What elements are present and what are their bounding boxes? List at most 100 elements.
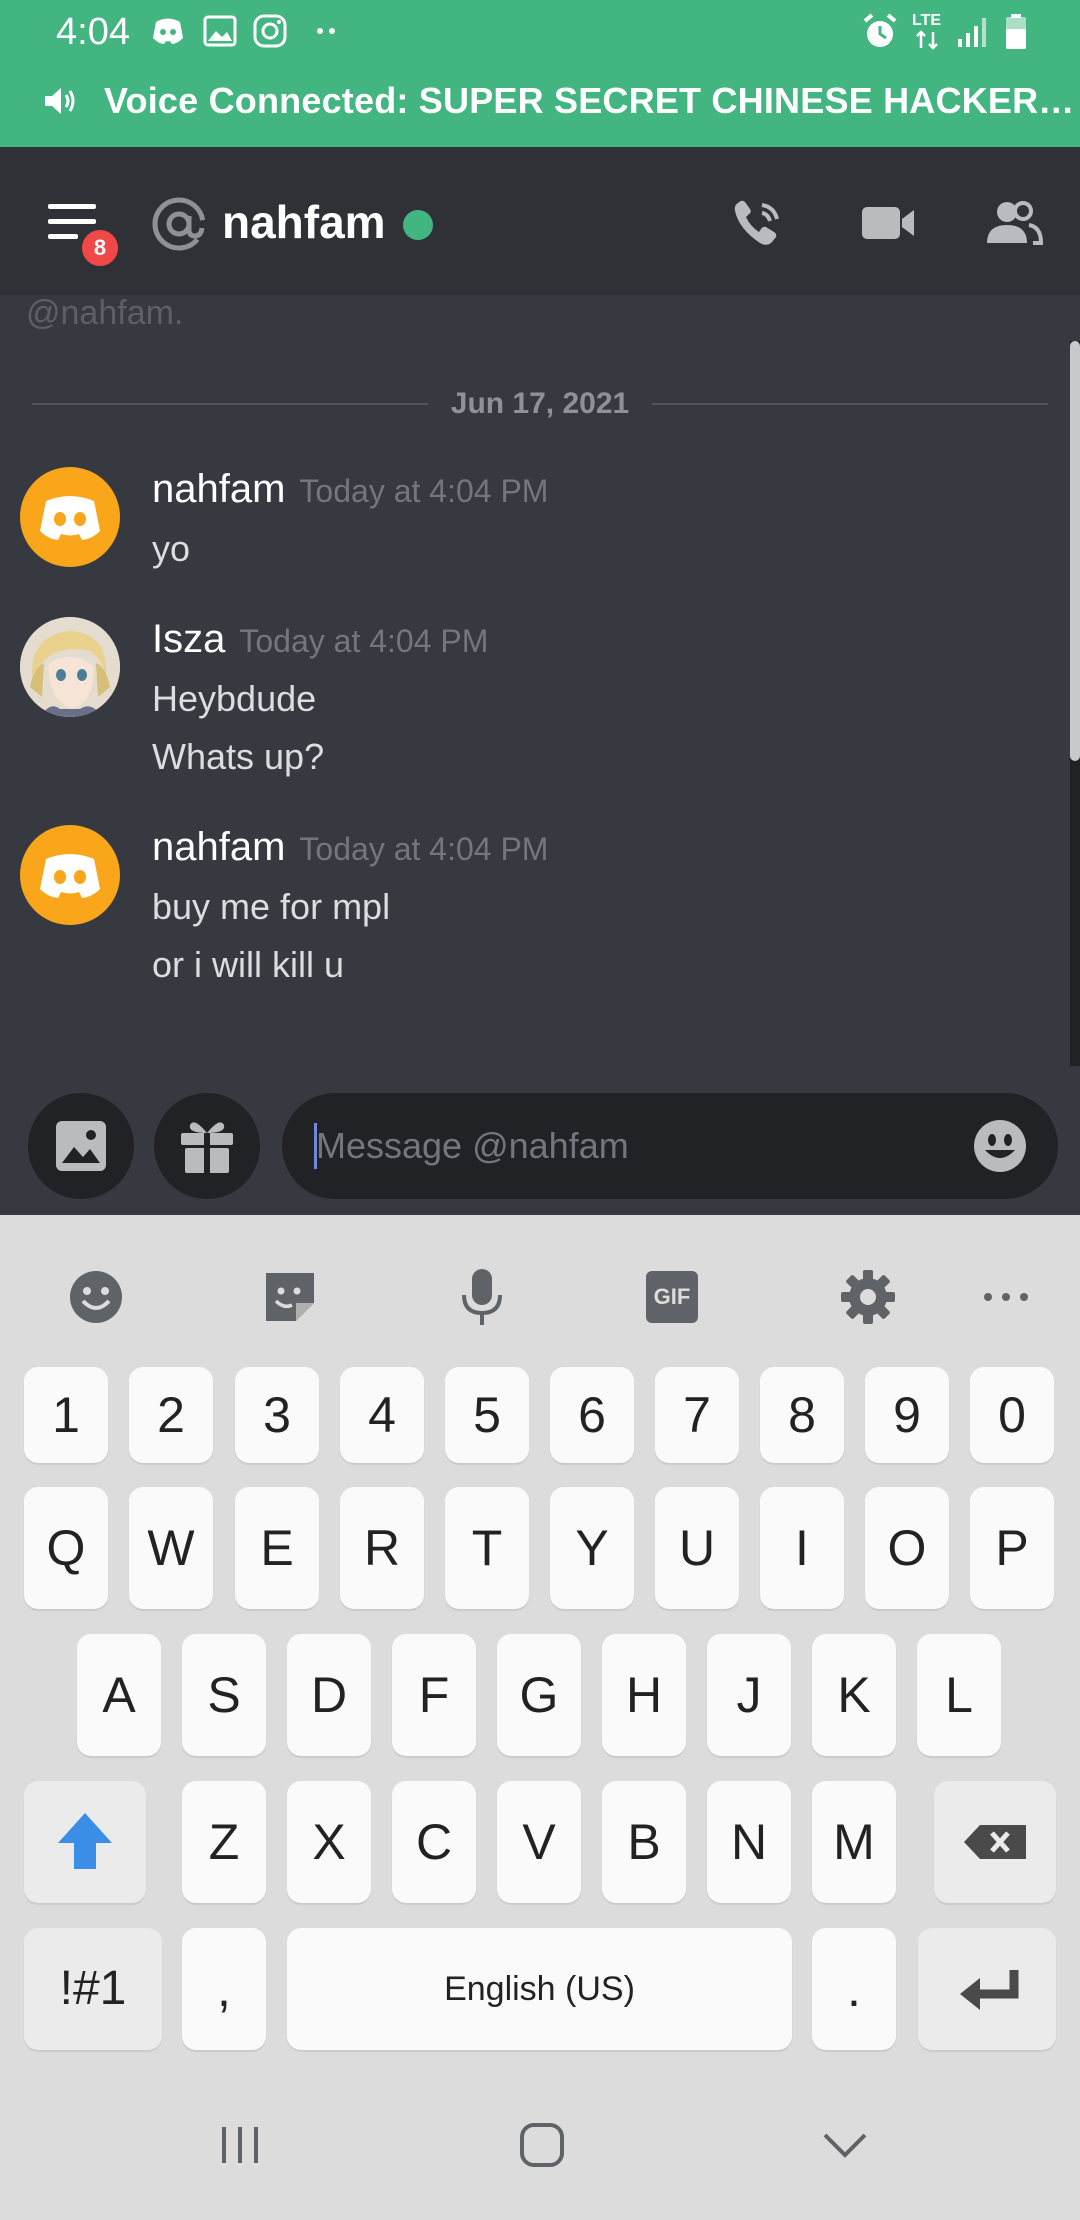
key-a[interactable]: A xyxy=(77,1634,161,1756)
key-l[interactable]: L xyxy=(917,1634,1001,1756)
key-r[interactable]: R xyxy=(340,1487,424,1609)
avatar[interactable] xyxy=(20,617,120,717)
avatar[interactable] xyxy=(20,467,120,567)
key-k[interactable]: K xyxy=(812,1634,896,1756)
chat-scrollbar[interactable] xyxy=(1070,341,1080,1066)
key-i[interactable]: I xyxy=(760,1487,844,1609)
comma-key[interactable]: , xyxy=(182,1928,266,2050)
attach-image-button[interactable] xyxy=(28,1093,134,1199)
image-icon xyxy=(56,1121,106,1171)
key-v[interactable]: V xyxy=(497,1781,581,1903)
key-x[interactable]: X xyxy=(287,1781,371,1903)
key-s[interactable]: S xyxy=(182,1634,266,1756)
battery-icon xyxy=(1006,14,1026,49)
message-text: yo xyxy=(152,528,191,569)
enter-icon xyxy=(960,1970,1019,2010)
emoji-icon[interactable] xyxy=(66,1267,126,1327)
message[interactable]: nahfam Today at 4:04 PM yo xyxy=(0,467,1060,587)
message[interactable]: Isza Today at 4:04 PM Heybdude Whats up? xyxy=(0,617,1060,797)
key-8[interactable]: 8 xyxy=(760,1367,844,1463)
gif-icon[interactable]: GIF xyxy=(646,1271,698,1323)
key-c[interactable]: C xyxy=(392,1781,476,1903)
period-key[interactable]: . xyxy=(812,1928,896,2050)
on-screen-keyboard: GIF 1 2 3 4 5 6 7 8 9 0 Q W E R T Y U I … xyxy=(0,1215,1080,2220)
key-h[interactable]: H xyxy=(602,1634,686,1756)
voice-call-icon[interactable] xyxy=(730,197,788,249)
message-timestamp: Today at 4:04 PM xyxy=(239,623,489,659)
key-5[interactable]: 5 xyxy=(445,1367,529,1463)
backspace-key[interactable] xyxy=(934,1781,1056,1903)
key-7[interactable]: 7 xyxy=(655,1367,739,1463)
recent-apps-icon[interactable] xyxy=(210,2115,270,2175)
shift-key[interactable] xyxy=(24,1781,146,1903)
speaker-icon xyxy=(45,88,75,114)
emoji-picker-icon[interactable] xyxy=(972,1118,1028,1174)
microphone-icon[interactable] xyxy=(452,1267,512,1327)
key-e[interactable]: E xyxy=(235,1487,319,1609)
voice-connected-text: Voice Connected: SUPER SECRET CHINESE HA… xyxy=(104,80,1075,121)
key-1[interactable]: 1 xyxy=(24,1367,108,1463)
key-n[interactable]: N xyxy=(707,1781,791,1903)
home-icon[interactable] xyxy=(512,2115,572,2175)
video-call-icon[interactable] xyxy=(860,197,918,249)
key-b[interactable]: B xyxy=(602,1781,686,1903)
anime-avatar-image xyxy=(20,617,120,717)
key-m[interactable]: M xyxy=(812,1781,896,1903)
avatar[interactable] xyxy=(20,825,120,925)
sticker-icon[interactable] xyxy=(260,1267,320,1327)
key-y[interactable]: Y xyxy=(550,1487,634,1609)
message-input[interactable]: Message @nahfam xyxy=(282,1093,1058,1199)
key-z[interactable]: Z xyxy=(182,1781,266,1903)
key-3[interactable]: 3 xyxy=(235,1367,319,1463)
message-author[interactable]: nahfam xyxy=(152,467,285,511)
key-t[interactable]: T xyxy=(445,1487,529,1609)
message-text: or i will kill u xyxy=(152,944,345,985)
enter-key[interactable] xyxy=(918,1928,1056,2050)
alarm-icon xyxy=(863,13,897,47)
back-icon[interactable] xyxy=(815,2115,875,2175)
dm-header: 8 nahfam xyxy=(0,147,1080,295)
more-notifications-icon xyxy=(317,28,335,34)
key-2[interactable]: 2 xyxy=(129,1367,213,1463)
date-divider: Jun 17, 2021 xyxy=(32,387,1048,420)
lte-icon: LTE xyxy=(912,12,942,52)
key-g[interactable]: G xyxy=(497,1634,581,1756)
message[interactable]: nahfam Today at 4:04 PM buy me for mpl or… xyxy=(0,825,1060,1005)
dm-username: nahfam xyxy=(222,196,386,248)
key-9[interactable]: 9 xyxy=(865,1367,949,1463)
signal-icon xyxy=(958,18,986,47)
discord-notification-icon xyxy=(153,18,183,44)
members-icon[interactable] xyxy=(985,197,1043,249)
key-o[interactable]: O xyxy=(865,1487,949,1609)
key-6[interactable]: 6 xyxy=(550,1367,634,1463)
scrollbar-thumb[interactable] xyxy=(1070,341,1080,761)
key-d[interactable]: D xyxy=(287,1634,371,1756)
status-time: 4:04 xyxy=(56,11,130,53)
gift-icon xyxy=(181,1122,233,1173)
gift-button[interactable] xyxy=(154,1093,260,1199)
symbols-key[interactable]: !#1 xyxy=(24,1928,162,2050)
settings-icon[interactable] xyxy=(838,1267,898,1327)
discord-logo-icon xyxy=(40,854,100,898)
message-author[interactable]: Isza xyxy=(152,617,225,661)
at-icon xyxy=(152,197,206,251)
discord-logo-icon xyxy=(40,496,100,540)
key-p[interactable]: P xyxy=(970,1487,1054,1609)
key-0[interactable]: 0 xyxy=(970,1367,1054,1463)
dm-intro-text: @nahfam. xyxy=(26,295,184,332)
key-4[interactable]: 4 xyxy=(340,1367,424,1463)
key-f[interactable]: F xyxy=(392,1634,476,1756)
message-timestamp: Today at 4:04 PM xyxy=(299,831,549,867)
message-text: buy me for mpl xyxy=(152,886,391,927)
key-q[interactable]: Q xyxy=(24,1487,108,1609)
space-key[interactable]: English (US) xyxy=(287,1928,792,2050)
key-w[interactable]: W xyxy=(129,1487,213,1609)
more-icon[interactable] xyxy=(976,1267,1036,1327)
message-text: Heybdude xyxy=(152,678,317,719)
voice-connected-bar[interactable]: 4:04 LTE Voice Connected: SUPER SECRET C… xyxy=(0,0,1080,147)
backspace-icon xyxy=(964,1825,1026,1859)
key-u[interactable]: U xyxy=(655,1487,739,1609)
key-j[interactable]: J xyxy=(707,1634,791,1756)
message-author[interactable]: nahfam xyxy=(152,825,285,869)
message-input-placeholder: Message @nahfam xyxy=(316,1125,629,1166)
